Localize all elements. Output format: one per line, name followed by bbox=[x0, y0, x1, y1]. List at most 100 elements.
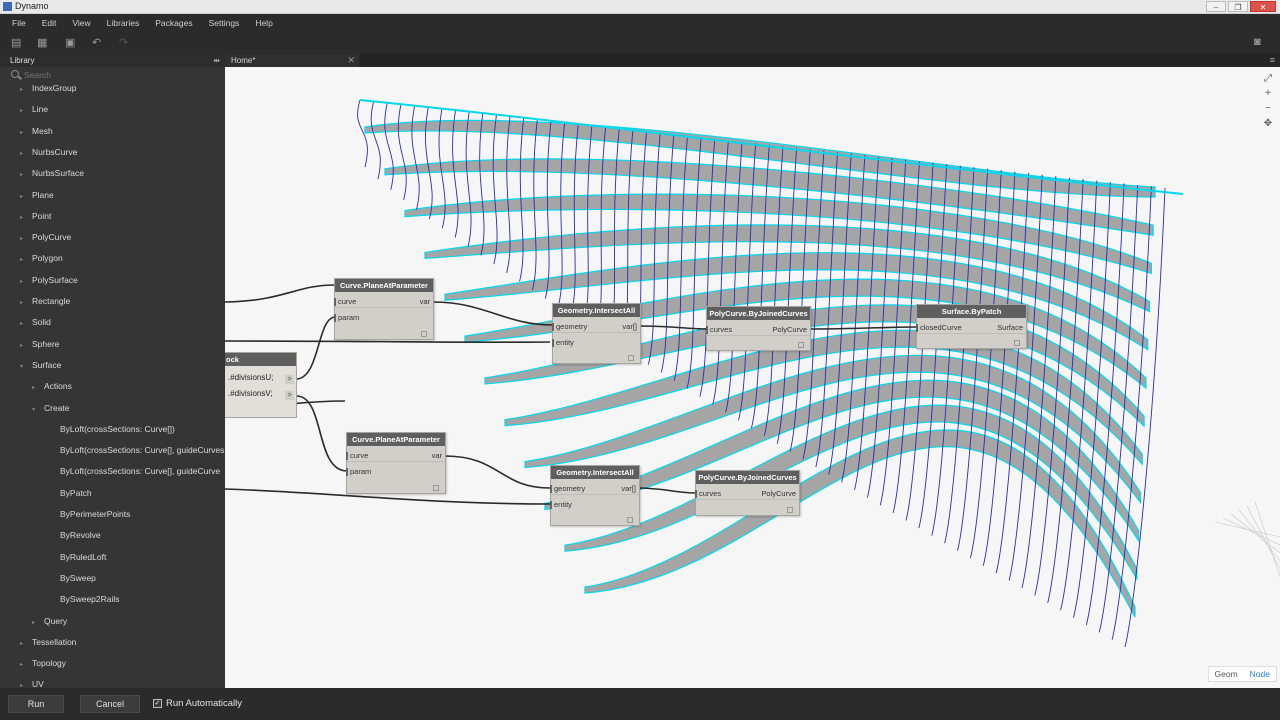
zoom-out-icon[interactable]: − bbox=[1261, 102, 1275, 116]
node-preview-toggle[interactable] bbox=[421, 331, 427, 337]
output-port-var-list[interactable]: var[] bbox=[622, 321, 640, 333]
library-item[interactable]: ▸ Solid bbox=[20, 313, 51, 331]
library-item[interactable]: ▸ Polygon bbox=[20, 249, 63, 267]
wire bbox=[296, 395, 348, 472]
run-button[interactable]: Run bbox=[8, 695, 64, 713]
node-geometry-intersect-all-2[interactable]: Geometry.IntersectAll geometry var[] ent… bbox=[549, 465, 640, 526]
output-port-var[interactable]: var bbox=[420, 296, 433, 308]
output-port-polycurve[interactable]: PolyCurve bbox=[772, 324, 810, 336]
library-item[interactable]: ByPerimeterPoints bbox=[60, 505, 130, 523]
library-item[interactable]: ▸ PolySurface bbox=[20, 271, 78, 289]
redo-icon[interactable]: ↷ bbox=[119, 36, 128, 49]
node-view-button[interactable]: Node bbox=[1244, 667, 1276, 681]
collapse-library-icon[interactable]: ⇹ bbox=[213, 54, 220, 67]
library-item[interactable]: ▸ Plane bbox=[20, 186, 54, 204]
node-curve-plane-at-parameter-2[interactable]: Curve.PlaneAtParameter curve var param bbox=[345, 432, 446, 494]
library-item[interactable]: ByRevolve bbox=[60, 526, 101, 544]
library-item[interactable]: ▸ PolyCurve bbox=[20, 228, 71, 246]
zoom-to-fit-icon[interactable]: ⤢ bbox=[1261, 72, 1275, 86]
cancel-button[interactable]: Cancel bbox=[80, 695, 140, 713]
input-port-entity[interactable]: entity bbox=[550, 499, 572, 511]
output-port-1[interactable]: > bbox=[285, 375, 294, 384]
collapsed-arrow-icon: ▸ bbox=[20, 150, 24, 157]
library-item[interactable]: ByLoft(crossSections: Curve[]) bbox=[60, 420, 175, 438]
zoom-in-icon[interactable]: + bbox=[1261, 87, 1275, 101]
close-button[interactable]: ✕ bbox=[1250, 1, 1276, 12]
close-tab-icon[interactable]: ✕ bbox=[347, 54, 355, 67]
minimize-button[interactable]: – bbox=[1206, 1, 1226, 12]
geometry-view-button[interactable]: Geom bbox=[1209, 667, 1244, 681]
library-item[interactable]: ▾ Surface bbox=[20, 356, 61, 374]
library-item[interactable]: ▸ Actions bbox=[32, 377, 72, 395]
camera-icon[interactable]: ◙ bbox=[1254, 36, 1261, 48]
library-item[interactable]: ▸ Query bbox=[32, 612, 67, 630]
library-item[interactable]: ▸ Tessellation bbox=[20, 633, 76, 651]
library-item[interactable]: ▸ NurbsSurface bbox=[20, 164, 84, 182]
node-preview-toggle[interactable] bbox=[433, 485, 439, 491]
output-port-var-list[interactable]: var[] bbox=[621, 483, 639, 495]
open-file-icon[interactable]: ▦ bbox=[37, 36, 47, 49]
library-item[interactable]: ▸ Point bbox=[20, 207, 51, 225]
node-curve-plane-at-parameter-1[interactable]: Curve.PlaneAtParameter curve var param bbox=[333, 278, 434, 340]
library-item[interactable]: BySweep2Rails bbox=[60, 590, 120, 608]
node-preview-toggle[interactable] bbox=[787, 507, 793, 513]
library-item-label: BySweep bbox=[60, 572, 96, 583]
input-port-geometry[interactable]: geometry bbox=[551, 321, 587, 333]
library-item[interactable]: ▸ NurbsCurve bbox=[20, 143, 77, 161]
code-block-node[interactable]: ock .#divisionsU; .#divisionsV; > > bbox=[225, 352, 297, 418]
pan-icon[interactable]: ✥ bbox=[1261, 117, 1275, 131]
menu-help[interactable]: Help bbox=[247, 18, 280, 28]
library-item[interactable]: ▾ Create bbox=[32, 399, 70, 417]
library-item[interactable]: ByRuledLoft bbox=[60, 548, 106, 566]
input-port-entity[interactable]: entity bbox=[552, 337, 574, 349]
library-item[interactable]: ▸ Rectangle bbox=[20, 292, 70, 310]
menu-edit[interactable]: Edit bbox=[34, 18, 65, 28]
input-port-geometry[interactable]: geometry bbox=[549, 483, 585, 495]
save-icon[interactable]: ▣ bbox=[65, 36, 75, 49]
library-item[interactable]: ▸ IndexGroup bbox=[20, 79, 76, 97]
library-item[interactable]: ▸ UV bbox=[20, 675, 44, 688]
input-port-curves[interactable]: curves bbox=[694, 488, 721, 500]
library-item[interactable]: ▸ Mesh bbox=[20, 122, 53, 140]
input-port-curve[interactable]: curve bbox=[333, 296, 356, 308]
node-polycurve-by-joined-curves-2[interactable]: PolyCurve.ByJoinedCurves curves PolyCurv… bbox=[694, 470, 800, 516]
node-polycurve-by-joined-curves-1[interactable]: PolyCurve.ByJoinedCurves curves PolyCurv… bbox=[705, 306, 811, 351]
library-item[interactable]: ▸ Line bbox=[20, 100, 48, 118]
node-preview-toggle[interactable] bbox=[628, 355, 634, 361]
input-port-param[interactable]: param bbox=[345, 466, 371, 478]
hamburger-menu-icon[interactable]: ≡ bbox=[1270, 55, 1275, 65]
collapsed-arrow-icon: ▸ bbox=[20, 321, 24, 328]
menu-file[interactable]: File bbox=[4, 18, 34, 28]
output-port-surface[interactable]: Surface bbox=[997, 322, 1026, 334]
node-surface-by-patch[interactable]: Surface.ByPatch closedCurve Surface bbox=[916, 304, 1027, 349]
output-port-polycurve[interactable]: PolyCurve bbox=[761, 488, 799, 500]
restore-button[interactable]: ❐ bbox=[1228, 1, 1248, 12]
library-item[interactable]: ▸ Sphere bbox=[20, 335, 59, 353]
node-geometry-intersect-all-1[interactable]: Geometry.IntersectAll geometry var[] ent… bbox=[551, 303, 641, 364]
new-file-icon[interactable]: ▤ bbox=[11, 36, 21, 49]
undo-icon[interactable]: ↶ bbox=[92, 36, 101, 49]
run-automatically-checkbox[interactable]: ✓ bbox=[153, 699, 162, 708]
code-line-divisions-u[interactable]: .#divisionsU; bbox=[228, 373, 273, 382]
input-port-param[interactable]: param bbox=[333, 312, 359, 324]
menu-view[interactable]: View bbox=[64, 18, 98, 28]
input-port-curves[interactable]: curves bbox=[705, 324, 732, 336]
node-preview-toggle[interactable] bbox=[627, 517, 633, 523]
code-line-divisions-v[interactable]: .#divisionsV; bbox=[228, 389, 273, 398]
node-preview-toggle[interactable] bbox=[798, 342, 804, 348]
menu-settings[interactable]: Settings bbox=[201, 18, 248, 28]
input-port-closed-curve[interactable]: closedCurve bbox=[916, 322, 962, 334]
menu-packages[interactable]: Packages bbox=[147, 18, 200, 28]
library-item[interactable]: ByLoft(crossSections: Curve[], guideCurv… bbox=[60, 441, 224, 459]
node-preview-toggle[interactable] bbox=[1014, 340, 1020, 346]
output-port-var[interactable]: var bbox=[432, 450, 445, 462]
tab-home[interactable]: Home* ✕ bbox=[225, 54, 359, 67]
menu-libraries[interactable]: Libraries bbox=[99, 18, 148, 28]
output-port-2[interactable]: > bbox=[285, 391, 294, 400]
library-item[interactable]: ByPatch bbox=[60, 484, 92, 502]
library-item[interactable]: ▸ Topology bbox=[20, 654, 66, 672]
workspace-canvas[interactable]: Curve.PlaneAtParameter curve var param o… bbox=[225, 67, 1280, 688]
input-port-curve[interactable]: curve bbox=[345, 450, 368, 462]
library-item[interactable]: ByLoft(crossSections: Curve[], guideCurv… bbox=[60, 462, 220, 480]
library-item[interactable]: BySweep bbox=[60, 569, 96, 587]
